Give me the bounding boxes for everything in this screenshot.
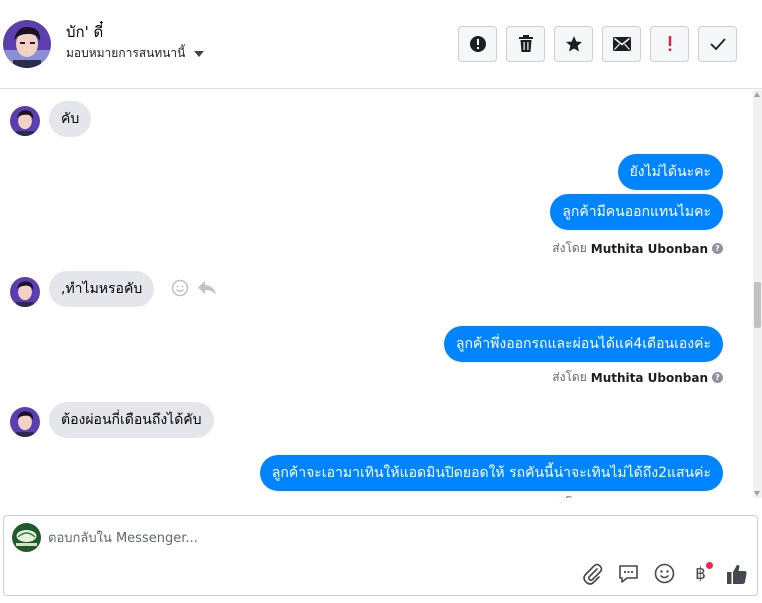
assign-label: มอบหมายการสนทนานี้ [66, 46, 186, 60]
sender-name[interactable]: Muthita Ubonban [591, 371, 708, 385]
alert-circle-icon [469, 36, 486, 52]
mark-spam-button[interactable] [458, 26, 497, 62]
emoji-button[interactable] [652, 561, 677, 586]
star-icon [565, 36, 582, 52]
action-toolbar [458, 26, 737, 62]
sender-name[interactable]: Muthita Ubonban [591, 497, 708, 499]
baht-payment-icon: ฿ [695, 563, 706, 584]
caret-down-icon [194, 50, 205, 57]
sent-by-prefix: ส่งโดย [552, 494, 586, 498]
sent-by-line-partial: ส่งโดย Muthita Ubonban ? [552, 494, 723, 498]
react-emoji-icon[interactable] [171, 279, 189, 297]
sent-by-prefix: ส่งโดย [552, 370, 587, 384]
assign-conversation-dropdown[interactable]: มอบหมายการสนทนานี้ [66, 44, 205, 63]
incoming-message[interactable]: ต้องผ่อนกี่เดือนถึงได้คับ [49, 402, 214, 438]
composer-tools: ฿ [580, 561, 749, 586]
sent-by-prefix: ส่งโดย [552, 241, 587, 255]
envelope-icon [612, 37, 631, 51]
reply-input[interactable] [48, 528, 648, 548]
contact-avatar-small[interactable] [10, 277, 40, 307]
follow-up-button[interactable] [650, 26, 689, 62]
sent-by-line: ส่งโดย Muthita Ubonban ? [552, 239, 723, 258]
reply-arrow-icon[interactable] [197, 279, 217, 297]
speech-bubble-icon [619, 564, 638, 583]
paperclip-icon [582, 563, 602, 585]
check-icon [709, 38, 726, 50]
info-icon[interactable]: ? [712, 243, 723, 254]
delete-button[interactable] [506, 26, 545, 62]
message-thread[interactable]: คับ ยังไม่ได้นะคะ ลูกค้ามีคนออกแทนไมคะ ส… [0, 90, 762, 498]
sender-name[interactable]: Muthita Ubonban [591, 242, 708, 256]
like-button[interactable] [724, 561, 749, 586]
notification-dot [706, 562, 713, 569]
emoji-icon [654, 563, 675, 584]
trash-icon [518, 35, 533, 52]
contact-avatar-small[interactable] [10, 407, 40, 437]
info-icon[interactable]: ? [712, 372, 723, 383]
scroll-thumb[interactable] [754, 282, 761, 328]
exclamation-icon [668, 36, 671, 51]
contact-avatar-small[interactable] [10, 106, 40, 136]
sent-by-line: ส่งโดย Muthita Ubonban ? [552, 368, 723, 387]
outgoing-message[interactable]: ลูกค้าจะเอามาเทินให้แอดมินปิดยอดให้ รถคั… [259, 455, 723, 491]
message-hover-tools [171, 279, 217, 297]
contact-name[interactable]: บัก' ดี๋ [66, 20, 103, 44]
saved-replies-button[interactable] [616, 561, 641, 586]
outgoing-message[interactable]: ยังไม่ได้นะคะ [617, 154, 723, 190]
conversation-header: บัก' ดี๋ มอบหมายการสนทนานี้ [0, 0, 762, 89]
incoming-message[interactable]: ,ทำไมหรอคับ [49, 271, 155, 307]
payment-button[interactable]: ฿ [688, 561, 713, 586]
outgoing-message[interactable]: ลูกค้ามีคนออกแทนไมคะ [550, 194, 723, 230]
star-button[interactable] [554, 26, 593, 62]
scroll-down-arrow-icon[interactable] [754, 491, 760, 496]
reply-composer: ฿ [3, 515, 758, 596]
thumbs-up-icon [726, 564, 747, 584]
page-avatar [12, 523, 41, 552]
thread-scrollbar[interactable] [753, 90, 762, 498]
mark-unread-button[interactable] [602, 26, 641, 62]
scroll-up-arrow-icon[interactable] [754, 92, 760, 97]
mark-done-button[interactable] [698, 26, 737, 62]
attach-button[interactable] [580, 561, 605, 586]
incoming-message[interactable]: คับ [49, 101, 92, 137]
outgoing-message[interactable]: ลูกค้าพึ่งออกรถและผ่อนได้แค่4เดือนเองค่ะ [443, 326, 723, 362]
contact-avatar[interactable] [3, 20, 51, 68]
